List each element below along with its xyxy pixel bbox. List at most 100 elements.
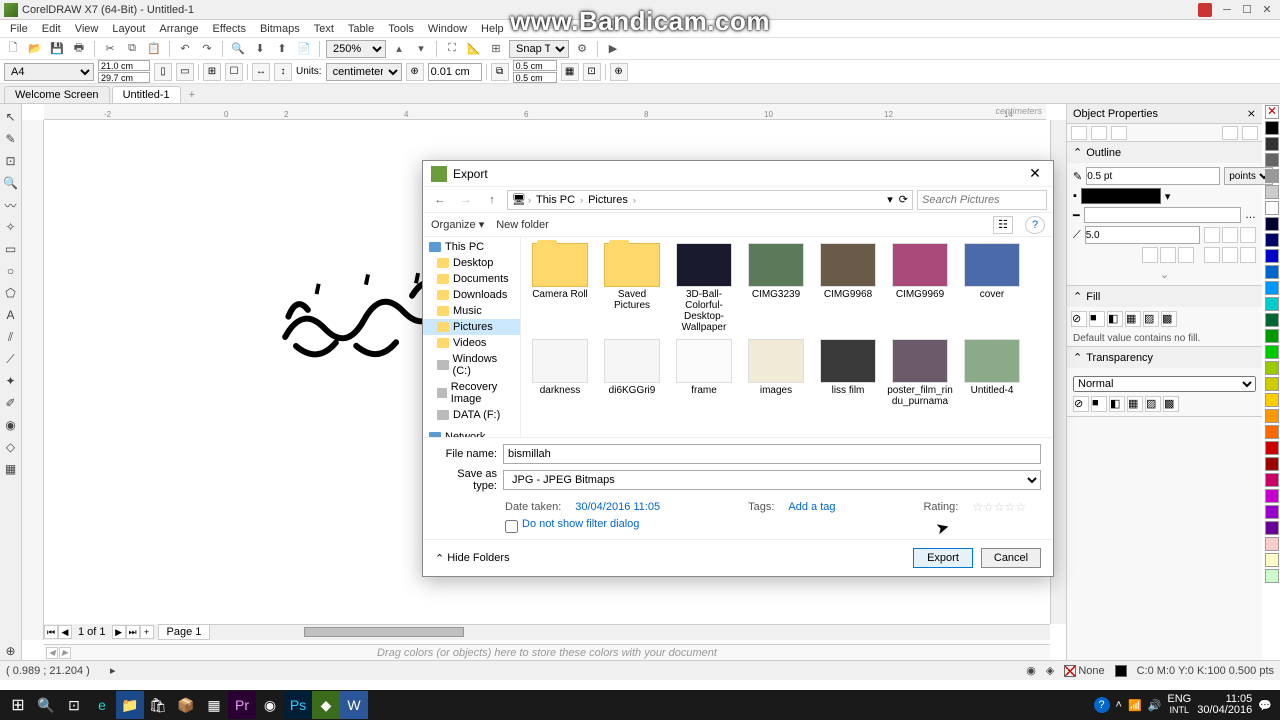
filter-dialog-checkbox[interactable]	[505, 520, 518, 533]
rectangle-tool-icon[interactable]: ▭	[2, 240, 20, 258]
taskview-icon[interactable]: ⊡	[60, 691, 88, 719]
file-item[interactable]: poster_film_rindu_purnama	[887, 339, 953, 407]
last-page-button[interactable]: ⏭	[126, 625, 140, 639]
transp-uniform-icon[interactable]: ■	[1091, 396, 1107, 412]
fill-postscript-icon[interactable]: ▩	[1161, 311, 1177, 327]
help-button[interactable]: ?	[1025, 216, 1045, 234]
premiere-icon[interactable]: Pr	[228, 691, 256, 719]
palette-swatch[interactable]	[1265, 233, 1279, 247]
menu-layout[interactable]: Layout	[106, 22, 151, 36]
first-page-button[interactable]: ⏮	[44, 625, 58, 639]
palette-swatch[interactable]	[1265, 281, 1279, 295]
dropbox-icon[interactable]: 📦	[172, 691, 200, 719]
fill-tool-icon[interactable]: ◉	[2, 416, 20, 434]
transp-pattern-icon[interactable]: ▦	[1127, 396, 1143, 412]
outline-width-input[interactable]	[1086, 167, 1220, 185]
tags-link[interactable]: Add a tag	[788, 501, 835, 513]
fill-texture-icon[interactable]: ▨	[1143, 311, 1159, 327]
docker-tab-opt1-icon[interactable]	[1222, 126, 1238, 140]
page-size-select[interactable]: A4	[4, 63, 94, 81]
palette-swatch[interactable]	[1265, 457, 1279, 471]
palette-right-icon[interactable]: ▶	[59, 647, 71, 659]
palette-nocolor[interactable]: ✕	[1265, 105, 1279, 119]
palette-swatch[interactable]	[1265, 329, 1279, 343]
rating-stars[interactable]: ☆☆☆☆☆	[972, 500, 1026, 514]
view-mode-button[interactable]: ☷	[993, 216, 1013, 234]
palette-swatch[interactable]	[1265, 489, 1279, 503]
connector-tool-icon[interactable]: ⟋	[2, 350, 20, 368]
nudge-icon[interactable]: ⊕	[406, 63, 424, 81]
tree-downloads[interactable]: Downloads	[423, 287, 520, 303]
transparency-tool-icon[interactable]: ▦	[2, 460, 20, 478]
cap-square-icon[interactable]	[1178, 247, 1194, 263]
explorer-icon[interactable]: 📁	[116, 691, 144, 719]
fill-uniform-icon[interactable]: ■	[1089, 311, 1105, 327]
pos-in-icon[interactable]	[1240, 247, 1256, 263]
zoom-up-icon[interactable]: ▴	[390, 40, 408, 58]
crop-tool-icon[interactable]: ⊡	[2, 152, 20, 170]
chevron-icon[interactable]: ⌃	[1073, 351, 1082, 364]
opt2-icon[interactable]: ⊡	[583, 63, 601, 81]
dialog-close-button[interactable]: ✕	[1025, 164, 1045, 184]
tray-network-icon[interactable]: 📶	[1128, 699, 1142, 712]
minimize-button[interactable]: ─	[1218, 3, 1236, 17]
docker-tab-opt2-icon[interactable]	[1242, 126, 1258, 140]
palette-swatch[interactable]	[1265, 473, 1279, 487]
expand-icon[interactable]: ⌄	[1073, 266, 1256, 281]
palette-swatch[interactable]	[1265, 153, 1279, 167]
ellipse-tool-icon[interactable]: ○	[2, 262, 20, 280]
grid-icon[interactable]: ⊞	[487, 40, 505, 58]
tree-pictures[interactable]: Pictures	[423, 319, 520, 335]
tree-network[interactable]: Network	[423, 429, 520, 437]
menu-text[interactable]: Text	[308, 22, 340, 36]
shape-tool-icon[interactable]: ✎	[2, 130, 20, 148]
menu-file[interactable]: File	[4, 22, 34, 36]
document-palette[interactable]: ◀ ▶ Drag colors (or objects) here to sto…	[44, 644, 1050, 660]
palette-swatch[interactable]	[1265, 297, 1279, 311]
fullscreen-icon[interactable]: ⛶	[443, 40, 461, 58]
more-icon[interactable]: …	[1245, 209, 1256, 221]
photoshop-icon[interactable]: Ps	[284, 691, 312, 719]
file-item[interactable]: CIMG3239	[743, 243, 809, 333]
tree-videos[interactable]: Videos	[423, 335, 520, 351]
dup-x-input[interactable]	[513, 60, 557, 71]
open-icon[interactable]: 📂	[26, 40, 44, 58]
import-icon[interactable]: ⬇	[251, 40, 269, 58]
menu-view[interactable]: View	[69, 22, 105, 36]
organize-button[interactable]: Organize ▾	[431, 218, 484, 231]
transp-none-icon[interactable]: ⊘	[1073, 396, 1089, 412]
file-item[interactable]: frame	[671, 339, 737, 407]
search-icon[interactable]: 🔍	[229, 40, 247, 58]
parallel-tool-icon[interactable]: ⫽	[2, 328, 20, 346]
coreldraw-taskbar-icon[interactable]: ◆	[312, 691, 340, 719]
export-icon[interactable]: ⬆	[273, 40, 291, 58]
pick-tool-icon[interactable]: ↖	[2, 108, 20, 126]
filename-input[interactable]	[503, 444, 1041, 464]
opt1-icon[interactable]: ▦	[561, 63, 579, 81]
tree-recovery[interactable]: Recovery Image	[423, 379, 520, 407]
miter-input[interactable]	[1085, 226, 1200, 244]
transp-fountain-icon[interactable]: ◧	[1109, 396, 1125, 412]
nudge-input[interactable]	[428, 63, 482, 81]
transp-bitmap-icon[interactable]: ▩	[1163, 396, 1179, 412]
menu-tools[interactable]: Tools	[382, 22, 420, 36]
palette-swatch[interactable]	[1265, 505, 1279, 519]
units-select[interactable]: centimeters	[326, 63, 402, 81]
tray-chevron-icon[interactable]: ˄	[1116, 699, 1122, 711]
palette-swatch[interactable]	[1265, 185, 1279, 199]
status-icon2[interactable]: ◈	[1046, 664, 1054, 677]
file-item[interactable]: Untitled-4	[959, 339, 1025, 407]
docker-close-icon[interactable]: ⨯	[1247, 107, 1256, 120]
menu-edit[interactable]: Edit	[36, 22, 67, 36]
treat-as-icon2[interactable]: ↕	[274, 63, 292, 81]
dup-y-input[interactable]	[513, 72, 557, 83]
polygon-tool-icon[interactable]: ⬠	[2, 284, 20, 302]
menu-bitmaps[interactable]: Bitmaps	[254, 22, 306, 36]
tree-data-f[interactable]: DATA (F:)	[423, 407, 520, 423]
cut-icon[interactable]: ✂	[101, 40, 119, 58]
add-page-button[interactable]: +	[140, 625, 154, 639]
fill-none-icon[interactable]: ⊘	[1071, 311, 1087, 327]
eyedropper-tool-icon[interactable]: ✐	[2, 394, 20, 412]
word-icon[interactable]: W	[340, 691, 368, 719]
app-icon[interactable]: ▦	[200, 691, 228, 719]
